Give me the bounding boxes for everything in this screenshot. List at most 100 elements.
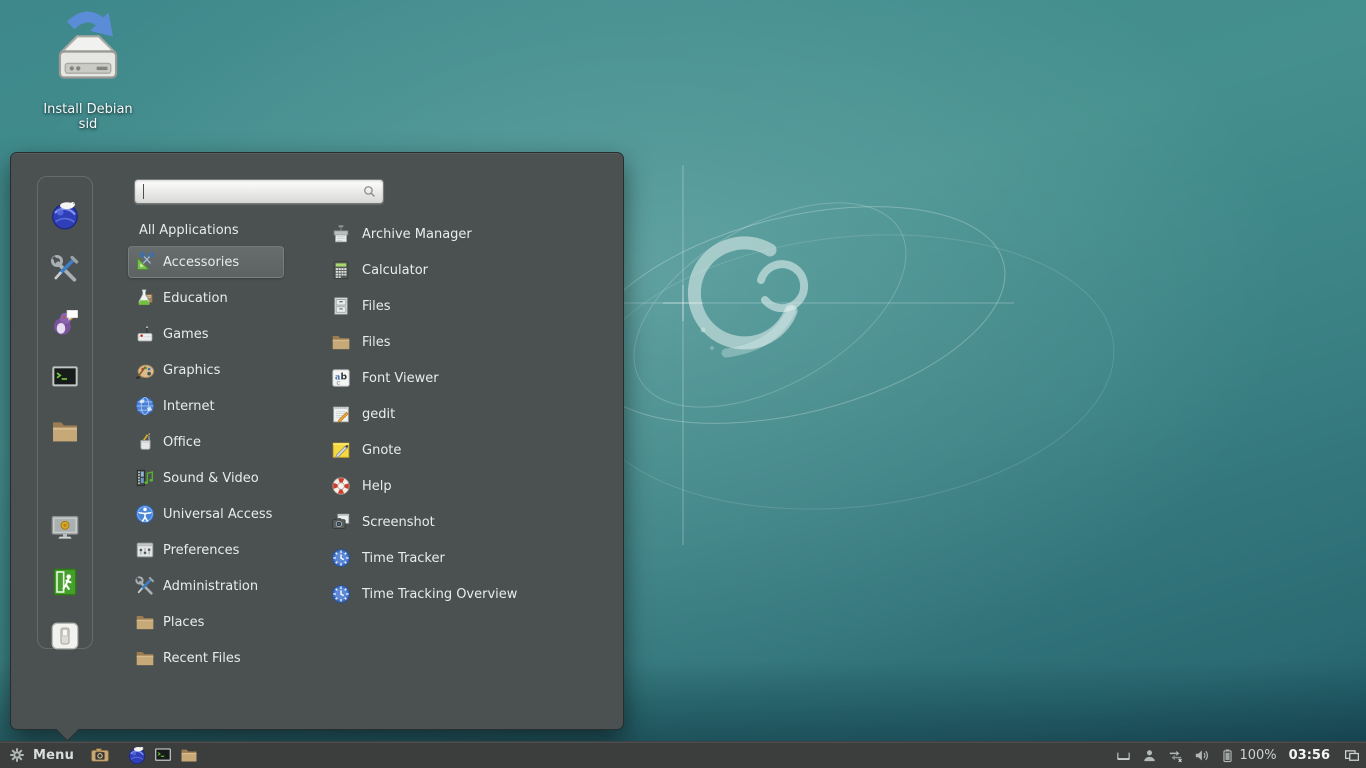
font-viewer-icon: abc — [330, 367, 352, 389]
menu-search-input[interactable] — [134, 179, 384, 204]
lock-screen-icon[interactable] — [49, 512, 81, 544]
gedit-icon — [330, 403, 352, 425]
web-browser-icon[interactable] — [127, 745, 147, 765]
application-item[interactable]: Calculator — [326, 252, 622, 288]
application-item[interactable]: Screenshot — [326, 504, 622, 540]
category-item[interactable]: Recent Files — [128, 640, 284, 676]
help-icon — [330, 475, 352, 497]
category-label: Recent Files — [163, 651, 241, 666]
battery-icon[interactable] — [1219, 747, 1236, 764]
panel-clock[interactable]: 03:56 — [1289, 748, 1330, 763]
desktop-shortcut-install-debian[interactable]: Install Debian sid — [36, 6, 140, 132]
debian-swirl-logo — [694, 243, 804, 353]
file-manager-icon[interactable] — [49, 415, 81, 447]
network-icon[interactable] — [1167, 747, 1184, 764]
category-item[interactable]: Accessories — [128, 244, 284, 280]
application-item[interactable]: Time Tracker — [326, 540, 622, 576]
category-list: Accessories Education Games Graphics Int… — [128, 244, 288, 676]
category-item-all-applications[interactable]: All Applications — [128, 216, 288, 244]
category-label: All Applications — [139, 223, 239, 238]
application-label: Time Tracking Overview — [362, 587, 517, 602]
web-browser-icon[interactable] — [49, 199, 81, 231]
application-label: Files — [362, 335, 391, 350]
category-label: Accessories — [163, 255, 239, 270]
category-item[interactable]: Administration — [128, 568, 284, 604]
category-item[interactable]: Graphics — [128, 352, 284, 388]
file-manager-icon[interactable] — [179, 745, 199, 765]
application-label: Help — [362, 479, 392, 494]
bottom-panel: Menu 100% 03:56 — [0, 741, 1366, 768]
panel-launchers — [80, 742, 202, 768]
category-item[interactable]: Preferences — [128, 532, 284, 568]
application-label: Archive Manager — [362, 227, 472, 242]
category-item[interactable]: Education — [128, 280, 284, 316]
archive-manager-icon — [330, 223, 352, 245]
application-label: Gnote — [362, 443, 401, 458]
terminal-icon[interactable] — [49, 361, 81, 393]
category-label: Places — [163, 615, 204, 630]
favorites-sidebar — [37, 176, 93, 649]
screenshot-tool-icon[interactable] — [90, 745, 110, 765]
application-item[interactable]: Archive Manager — [326, 216, 622, 252]
application-item[interactable]: abc Font Viewer — [326, 360, 622, 396]
terminal-icon[interactable] — [153, 745, 173, 765]
window-applet-icon[interactable] — [1115, 747, 1132, 764]
application-label: Files — [362, 299, 391, 314]
shutdown-icon[interactable] — [49, 620, 81, 652]
time-tracker-icon — [330, 547, 352, 569]
category-label: Sound & Video — [163, 471, 259, 486]
application-item[interactable]: Gnote — [326, 432, 622, 468]
administration-icon — [134, 575, 156, 597]
messenger-icon[interactable] — [49, 307, 81, 339]
menu-search — [134, 179, 384, 204]
debian-installer-icon — [36, 6, 140, 101]
menu-button[interactable]: Menu — [0, 742, 80, 768]
category-item[interactable]: Sound & Video — [128, 460, 284, 496]
graphics-icon — [134, 359, 156, 381]
universal-access-icon — [134, 503, 156, 525]
category-item[interactable]: Places — [128, 604, 284, 640]
category-item[interactable]: Games — [128, 316, 284, 352]
svg-text:c: c — [336, 378, 340, 387]
preferences-icon — [134, 539, 156, 561]
desktop: Install Debian sid All Applications Acce… — [0, 0, 1366, 768]
application-item[interactable]: Help — [326, 468, 622, 504]
tools-icon[interactable] — [49, 253, 81, 285]
files-cabinet-icon — [330, 295, 352, 317]
volume-icon[interactable] — [1193, 747, 1210, 764]
menu-pointer-arrow — [55, 717, 79, 741]
workspaces-icon[interactable] — [1343, 746, 1361, 764]
recent-files-icon — [134, 647, 156, 669]
cinnamon-menu-icon — [8, 746, 26, 764]
application-label: Calculator — [362, 263, 428, 278]
application-list: Archive Manager Calculator Files Files a… — [326, 216, 622, 612]
application-item[interactable]: gedit — [326, 396, 622, 432]
logout-icon[interactable] — [49, 566, 81, 598]
education-icon — [134, 287, 156, 309]
time-tracker-icon — [330, 583, 352, 605]
category-item[interactable]: Office — [128, 424, 284, 460]
category-label: Universal Access — [163, 507, 272, 522]
calculator-icon — [330, 259, 352, 281]
desktop-shortcut-label: Install Debian sid — [36, 102, 140, 132]
category-label: Games — [163, 327, 208, 342]
application-item[interactable]: Files — [326, 324, 622, 360]
category-item[interactable]: Internet — [128, 388, 284, 424]
user-applet-icon[interactable] — [1141, 747, 1158, 764]
battery-percentage: 100% — [1239, 748, 1276, 763]
office-icon — [134, 431, 156, 453]
application-item[interactable]: Files — [326, 288, 622, 324]
category-label: Office — [163, 435, 201, 450]
application-item[interactable]: Time Tracking Overview — [326, 576, 622, 612]
application-label: Font Viewer — [362, 371, 439, 386]
category-label: Graphics — [163, 363, 220, 378]
sound-video-icon — [134, 467, 156, 489]
screenshot-icon — [330, 511, 352, 533]
menu-button-label: Menu — [33, 748, 74, 763]
files-folder-icon — [330, 331, 352, 353]
category-item[interactable]: Universal Access — [128, 496, 284, 532]
category-label: Internet — [163, 399, 215, 414]
application-label: gedit — [362, 407, 395, 422]
internet-icon — [134, 395, 156, 417]
application-label: Time Tracker — [362, 551, 445, 566]
